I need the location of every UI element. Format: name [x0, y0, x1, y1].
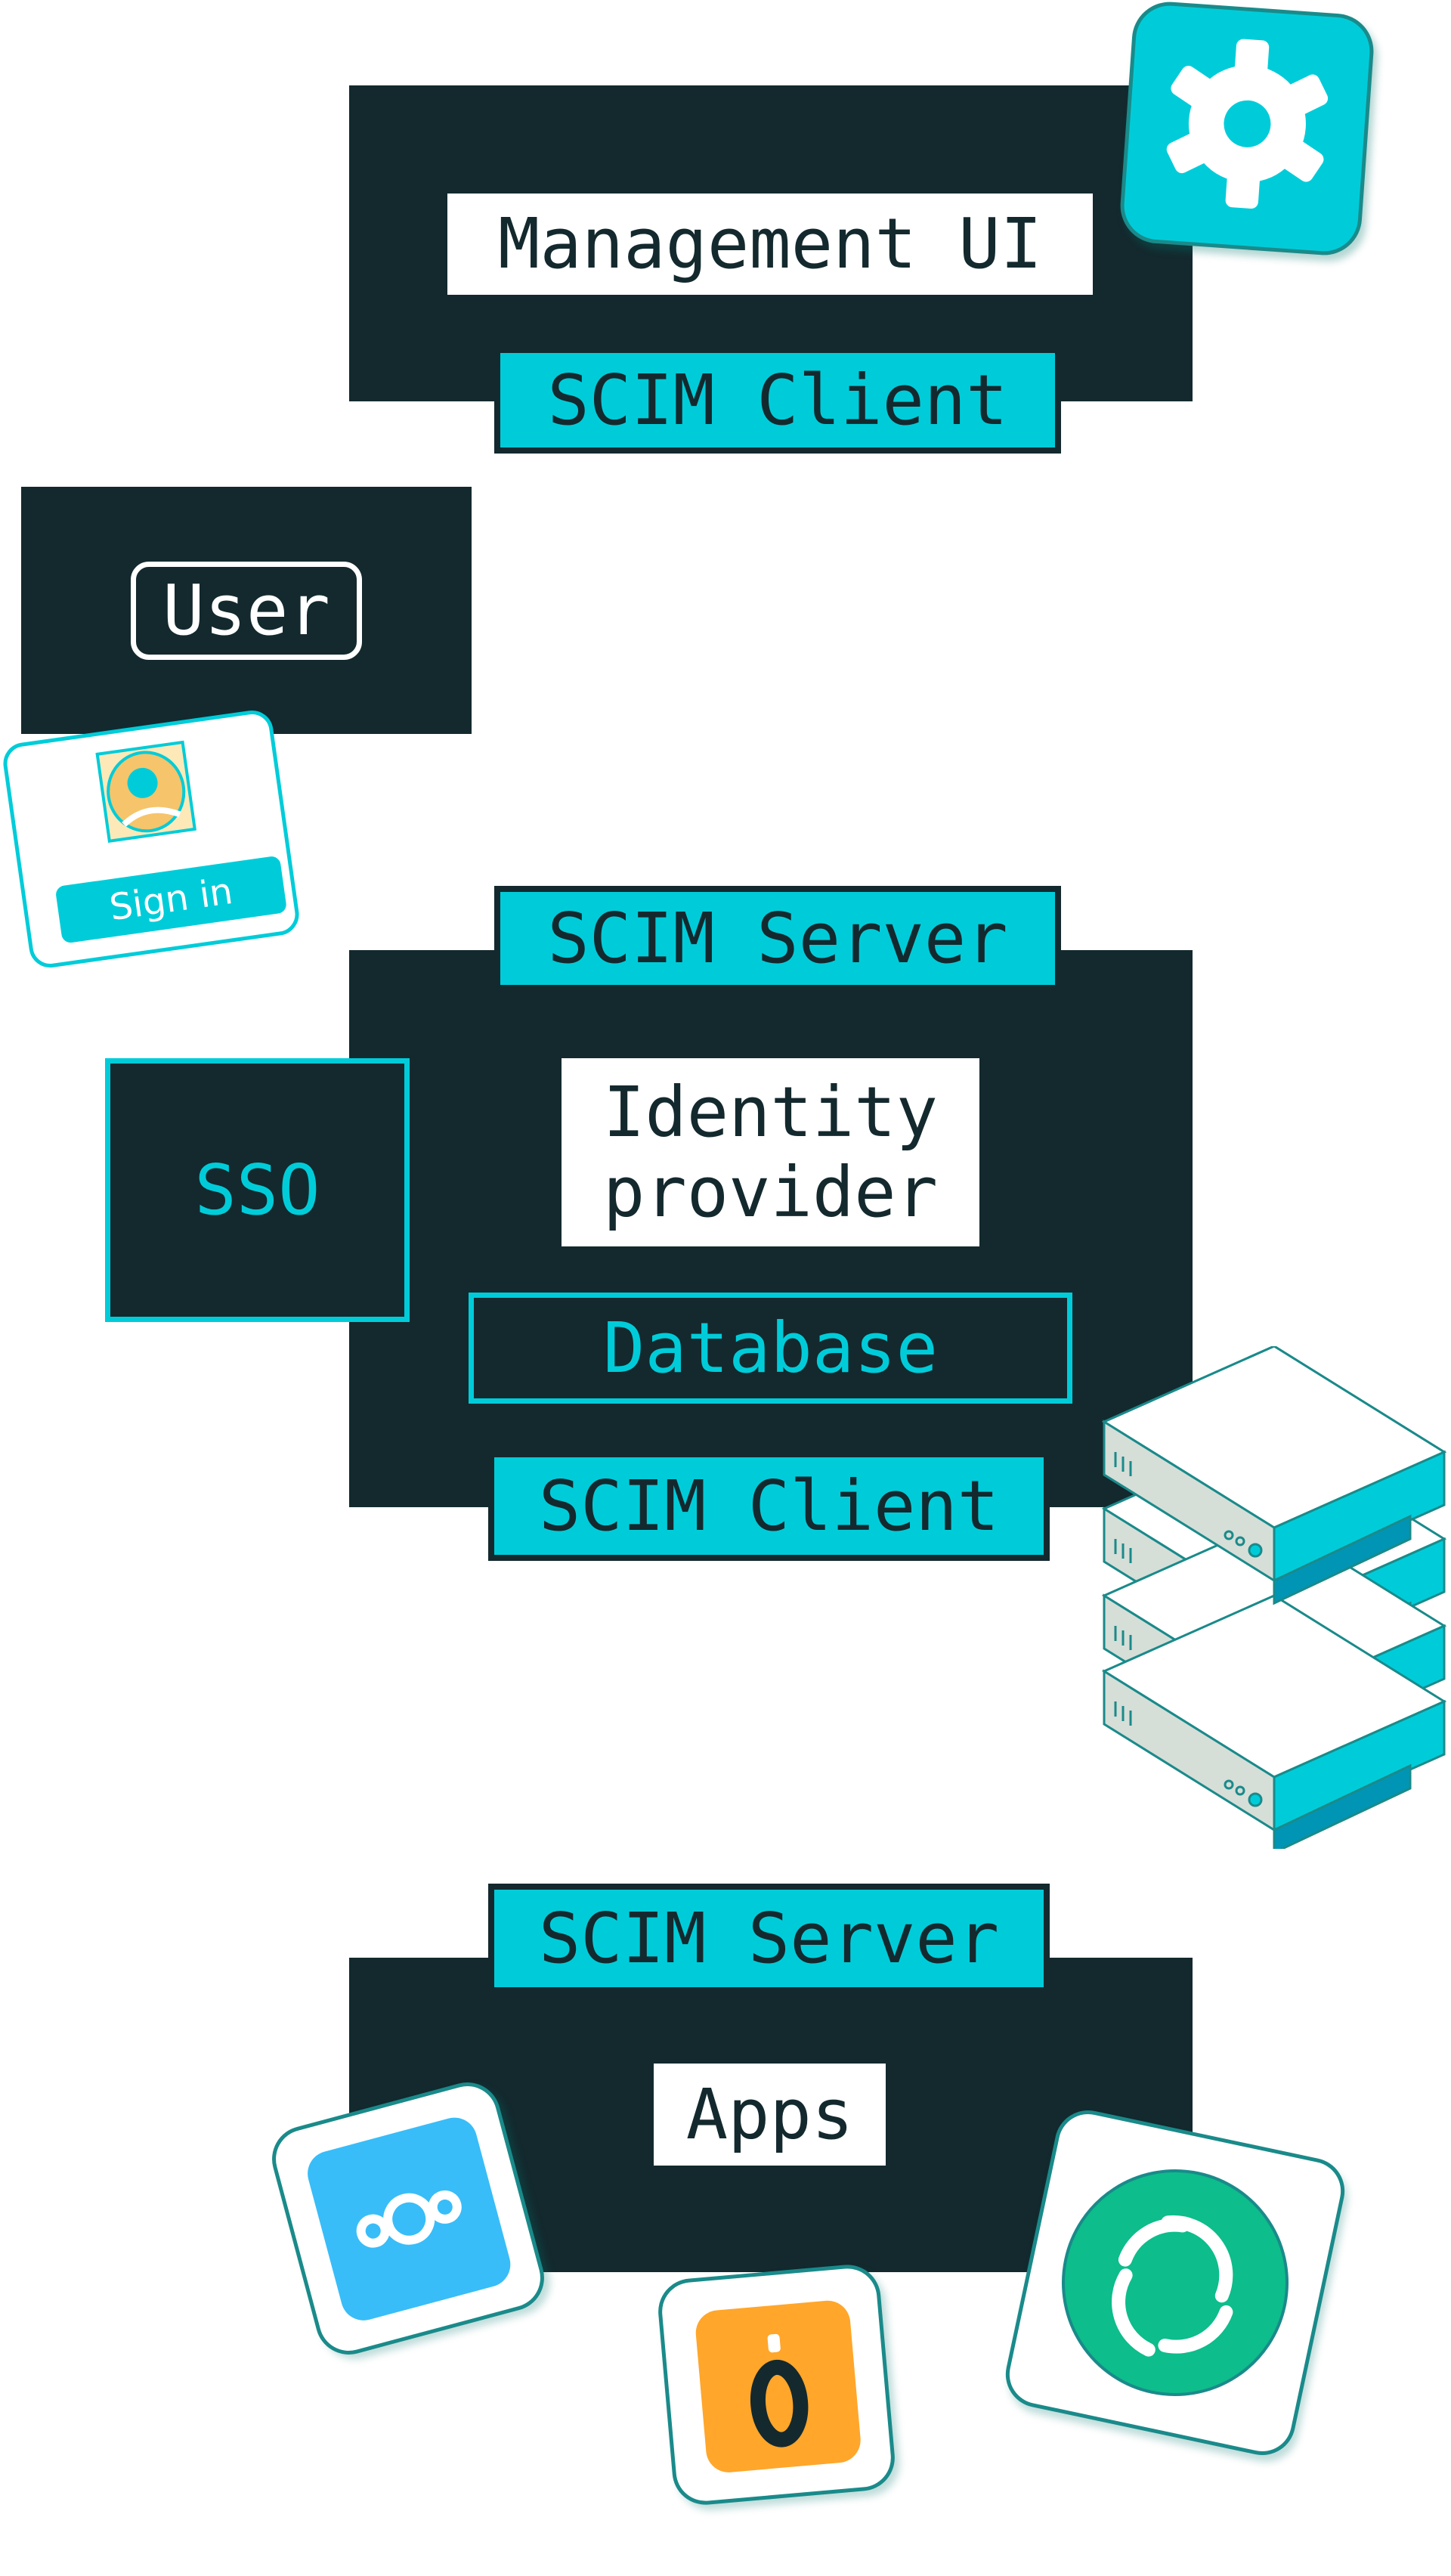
user-label: User	[131, 562, 362, 660]
element-icon	[1112, 2215, 1233, 2357]
openproject-tile[interactable]	[655, 2262, 898, 2508]
scim-server-mid: SCIM Server	[494, 886, 1061, 991]
gear-icon	[1164, 39, 1331, 209]
element-tile[interactable]	[999, 2104, 1351, 2462]
avatar-icon	[107, 751, 186, 833]
sso-box: SSO	[105, 1058, 410, 1322]
server-stack-icon	[1101, 1346, 1447, 1849]
openproject-icon	[694, 2299, 863, 2475]
database-box: Database	[469, 1293, 1072, 1404]
sign-in-button[interactable]: Sign in	[54, 855, 288, 944]
sign-in-card: Sign in	[0, 707, 302, 971]
scim-server-bottom: SCIM Server	[488, 1884, 1050, 1993]
nextcloud-icon	[356, 2190, 462, 2248]
gear-tile	[1118, 0, 1376, 258]
identity-provider-label: Identity provider	[562, 1058, 979, 1246]
scim-client-top: SCIM Client	[494, 347, 1061, 454]
management-ui-label: Management UI	[447, 194, 1093, 295]
avatar	[95, 740, 196, 843]
apps-label: Apps	[654, 2064, 886, 2166]
scim-client-mid: SCIM Client	[488, 1451, 1050, 1561]
